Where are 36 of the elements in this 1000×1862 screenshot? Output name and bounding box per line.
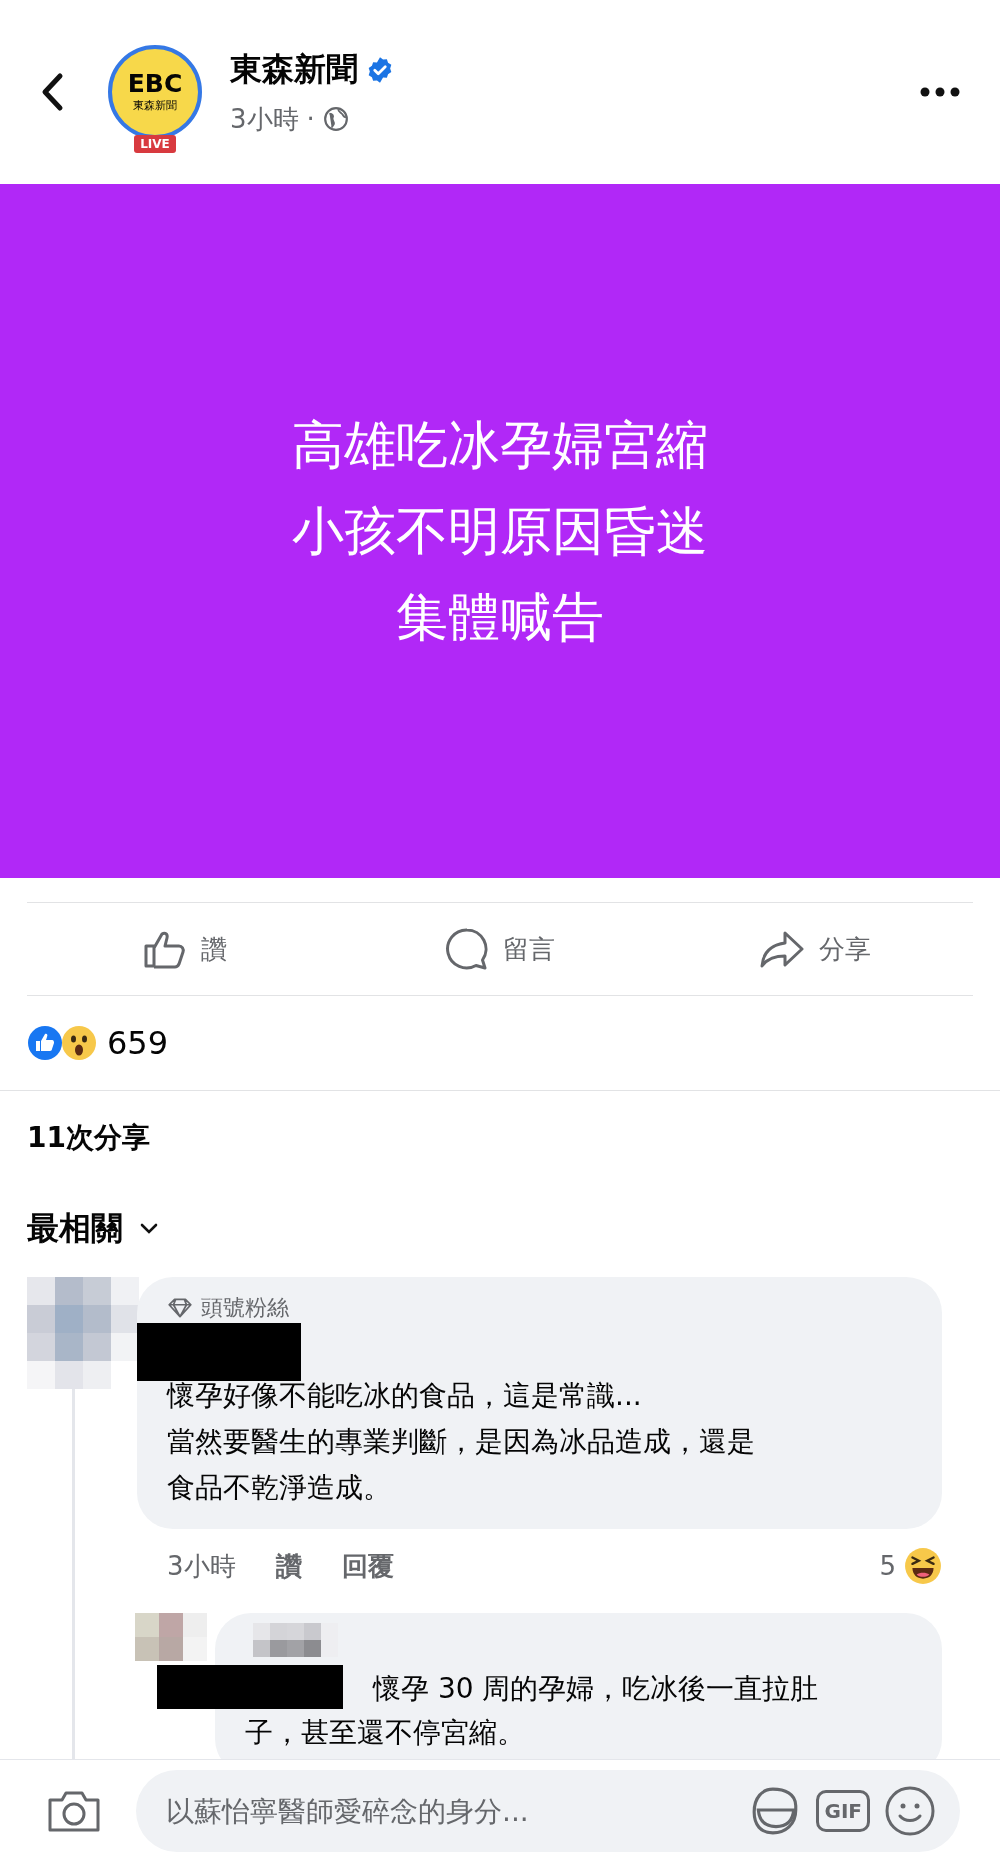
share-count[interactable]: 11次分享 xyxy=(0,1091,1000,1171)
chevron-down-icon xyxy=(139,1223,159,1235)
comment-text-line: 當然要醫生的專業判斷，是因為冰品造成，還是 xyxy=(167,1424,755,1460)
diamond-icon xyxy=(167,1297,193,1319)
comment-text-line: 食品不乾淨造成。 xyxy=(167,1470,391,1506)
post-time: 3小時 xyxy=(230,102,299,136)
comment-input[interactable]: 以蘇怡寧醫師愛碎念的身分... GIF xyxy=(136,1770,960,1852)
comment-reaction-count: 5 xyxy=(879,1551,896,1581)
reply-text-line: 子，甚至還不停宮縮。 xyxy=(245,1715,525,1751)
back-icon[interactable] xyxy=(40,72,64,112)
wow-reaction-icon xyxy=(61,1025,97,1061)
comment-time: 3小時 xyxy=(167,1549,236,1583)
action-button[interactable]: 留言 xyxy=(342,903,658,995)
laughing-face-icon xyxy=(904,1547,942,1585)
separator-dot: · xyxy=(306,104,315,134)
reaction-count[interactable]: 659 xyxy=(107,1024,169,1062)
share-arrow-icon xyxy=(759,929,806,969)
more-options-icon[interactable] xyxy=(920,87,960,97)
page-name[interactable]: 東森新聞 xyxy=(230,47,358,92)
comment-text-line: 懷孕好像不能吃冰的食品，這是常識... xyxy=(167,1378,642,1414)
gif-button[interactable]: GIF xyxy=(816,1790,870,1832)
action-button[interactable]: 讚 xyxy=(27,903,343,995)
action-button[interactable]: 分享 xyxy=(657,903,973,995)
like-reaction-icon xyxy=(27,1025,63,1061)
live-badge: LIVE xyxy=(134,135,176,153)
like-link[interactable]: 讚 xyxy=(275,1548,302,1584)
reply-text-line: 懷孕 30 周的孕婦，吃冰後一直拉肚 xyxy=(373,1671,819,1707)
top-fan-label: 頭號粉絲 xyxy=(201,1294,289,1322)
globe-icon xyxy=(322,106,349,132)
speech-bubble-icon xyxy=(445,927,489,971)
sort-dropdown[interactable]: 最相關 xyxy=(27,1207,159,1251)
pixelated-avatar xyxy=(135,1613,207,1661)
post-text: 高雄吃冰孕婦宮縮 小孩不明原因昏迷 集體喊告 xyxy=(292,414,708,649)
thumbs-up-icon xyxy=(142,929,187,969)
smiley-icon[interactable] xyxy=(884,1785,936,1837)
reply-link[interactable]: 回覆 xyxy=(341,1548,394,1584)
